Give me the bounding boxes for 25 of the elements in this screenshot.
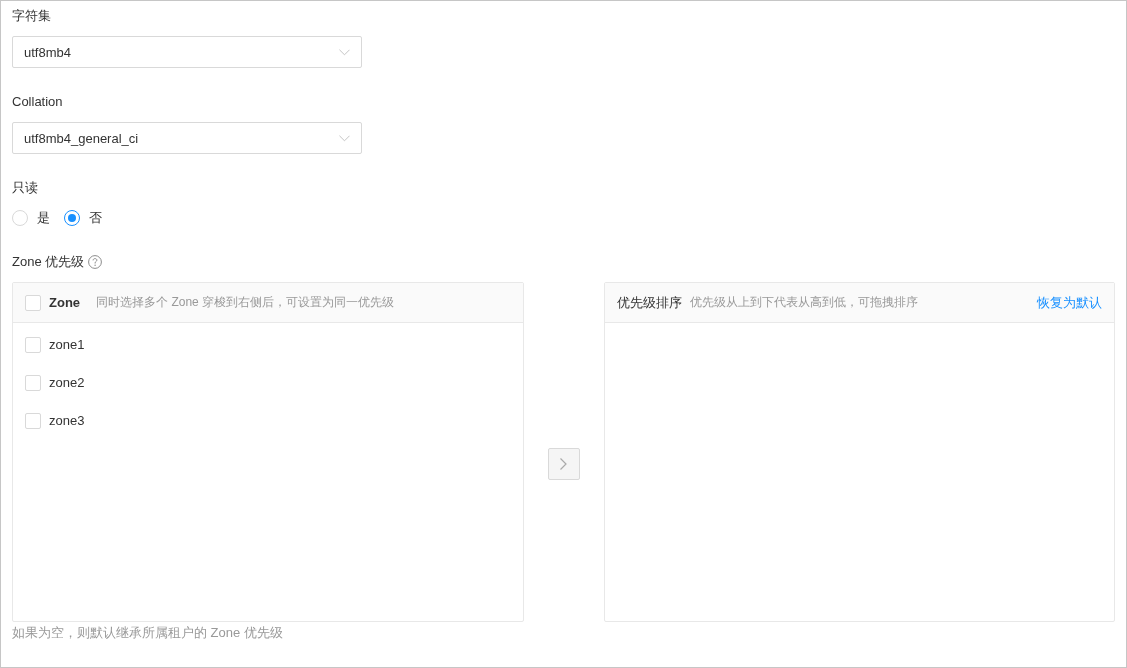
hint-text: 同时选择多个 Zone 穿梭到右侧后，可设置为同一优先级: [96, 294, 395, 311]
help-text: 如果为空，则默认继承所属租户的 Zone 优先级: [12, 624, 283, 642]
checkbox[interactable]: [25, 413, 41, 429]
radio-button[interactable]: [64, 210, 80, 226]
field-label: Zone 优先级: [12, 253, 85, 271]
chevron-right-icon: [560, 458, 567, 470]
chevron-down-icon: [339, 48, 350, 56]
panel-title: 优先级排序: [616, 293, 682, 312]
radio-label: 否: [89, 209, 102, 227]
help-icon[interactable]: [88, 255, 103, 269]
zone-name: zone1: [49, 336, 85, 354]
radio-label: 是: [37, 209, 50, 227]
zone-name: zone2: [49, 374, 85, 392]
column-title: Zone: [49, 295, 81, 310]
select-field[interactable]: utf8mb4_general_ci: [12, 122, 362, 154]
zone-name: zone3: [49, 412, 85, 430]
checkbox[interactable]: [25, 375, 41, 391]
field-label: 字符集: [12, 7, 51, 25]
field-label: Collation: [12, 93, 63, 111]
checkbox[interactable]: [25, 337, 41, 353]
hint-text: 优先级从上到下代表从高到低，可拖拽排序: [689, 294, 918, 311]
chevron-down-icon: [339, 134, 350, 142]
checkbox[interactable]: [25, 294, 41, 311]
field-label: 只读: [12, 179, 38, 197]
select-field[interactable]: utf8mb4: [12, 36, 362, 68]
